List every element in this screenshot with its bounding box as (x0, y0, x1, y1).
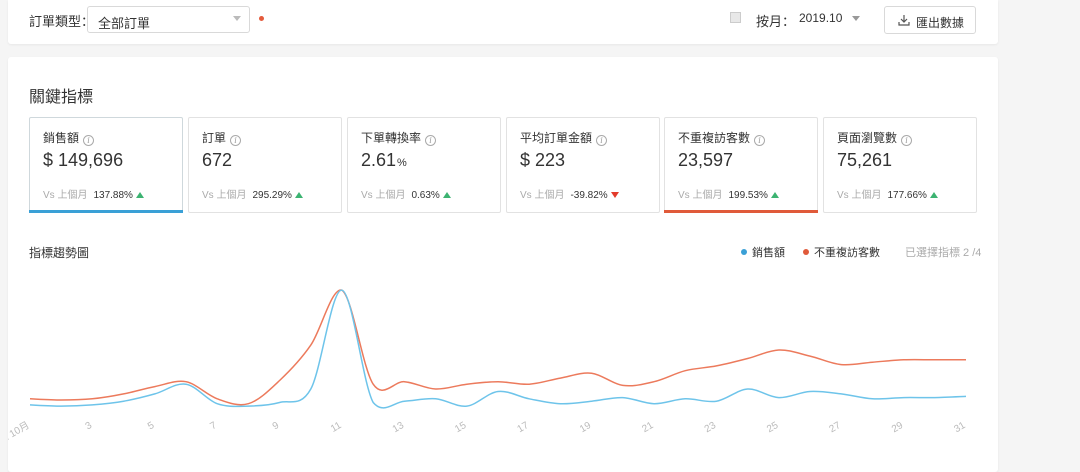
sales-line (29, 289, 967, 409)
order-type-label: 訂單類型： (29, 14, 95, 29)
x-tick-label: 5 (146, 420, 157, 433)
month-label: 按月： (756, 14, 796, 29)
required-dot-icon (259, 16, 264, 21)
x-tick-label: 11 (329, 420, 344, 435)
x-tick-label: 19 (578, 420, 594, 435)
x-tick-label: 21 (640, 420, 656, 435)
x-tick-label: 7 (208, 420, 219, 433)
x-tick-label: 15 (453, 420, 469, 435)
x-tick-label: 29 (890, 420, 906, 435)
x-tick-label: 23 (703, 420, 719, 435)
order-type-select[interactable]: 全部訂單 (87, 6, 250, 33)
chevron-down-icon (233, 16, 241, 21)
filter-bar: 訂單類型： 全部訂單 按月： 2019.10 匯出數據 (8, 0, 998, 44)
chevron-down-icon[interactable] (852, 16, 860, 21)
month-select[interactable]: 2019.10 (799, 11, 842, 25)
calendar-icon[interactable] (730, 12, 741, 23)
x-tick-label: 3 (84, 420, 95, 433)
export-button-label: 匯出數據 (916, 16, 965, 30)
metrics-panel: 關鍵指標 銷售額 i $ 149,696 Vs 上個月 137.88% 訂單 i 672 Vs … (8, 57, 998, 472)
x-tick-label: 27 (828, 420, 844, 435)
x-tick-label: 25 (765, 420, 781, 435)
x-tick-label: 31 (952, 420, 968, 435)
export-button[interactable]: 匯出數據 (884, 6, 976, 34)
x-tick-label: 1 10月 (8, 419, 32, 444)
x-tick-label: 13 (391, 420, 407, 435)
order-type-value: 全部訂單 (98, 16, 151, 31)
download-icon (898, 15, 910, 26)
x-tick-label: 17 (516, 420, 532, 435)
trend-chart: 1 10月 3 5 7 9 11 13 15 17 19 21 23 25 27 29 31 (8, 289, 968, 444)
x-tick-label: 9 (271, 420, 282, 433)
